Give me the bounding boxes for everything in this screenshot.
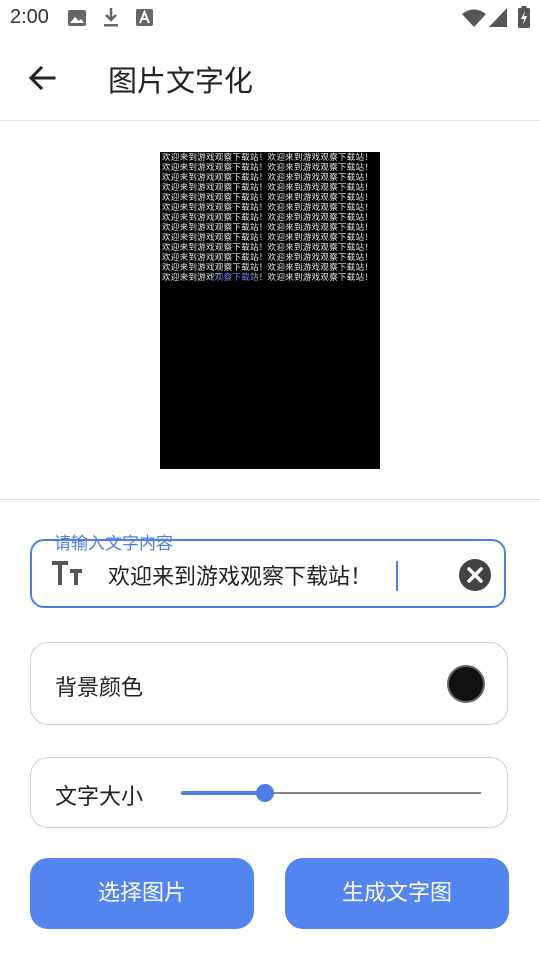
text-input[interactable] [108,560,408,590]
preview-glyph-pattern: 欢迎来到游戏观察下载站！欢迎来到游戏观察下载站！欢迎来到游戏观察下载站！欢迎来到… [162,153,374,283]
signal-icon [489,8,507,27]
text-size-icon [52,561,82,585]
preview-figure-blue [200,272,270,382]
text-size-row: 文字大小 [30,757,508,828]
generate-text-image-button[interactable]: 生成文字图 [285,858,509,929]
app-bar: 图片文字化 [0,36,540,121]
preview-area: 欢迎来到游戏观察下载站！欢迎来到游戏观察下载站！欢迎来到游戏观察下载站！欢迎来到… [0,121,540,500]
back-arrow-icon[interactable] [26,62,58,94]
background-color-label: 背景颜色 [55,676,144,701]
download-icon [104,8,118,27]
text-size-label: 文字大小 [55,785,144,810]
clear-icon[interactable] [459,559,491,591]
text-caret [396,561,398,591]
preview-figure-gold [270,282,330,382]
image-icon [68,10,86,26]
status-bar: 2:00 [0,0,540,36]
background-color-row[interactable]: 背景颜色 [30,642,508,725]
slider-fill [181,791,265,795]
text-art-preview-image: 欢迎来到游戏观察下载站！欢迎来到游戏观察下载站！欢迎来到游戏观察下载站！欢迎来到… [160,152,380,469]
preview-figure-shadow [240,372,300,432]
a-icon [136,9,153,26]
page-title: 图片文字化 [108,64,254,98]
battery-icon [518,6,530,28]
select-image-button[interactable]: 选择图片 [30,858,254,929]
background-color-swatch[interactable] [447,665,485,703]
status-time: 2:00 [10,6,49,28]
slider-thumb[interactable] [256,784,274,802]
wifi-icon [462,9,486,27]
text-size-slider[interactable] [181,784,481,802]
text-input-field[interactable] [30,539,506,608]
